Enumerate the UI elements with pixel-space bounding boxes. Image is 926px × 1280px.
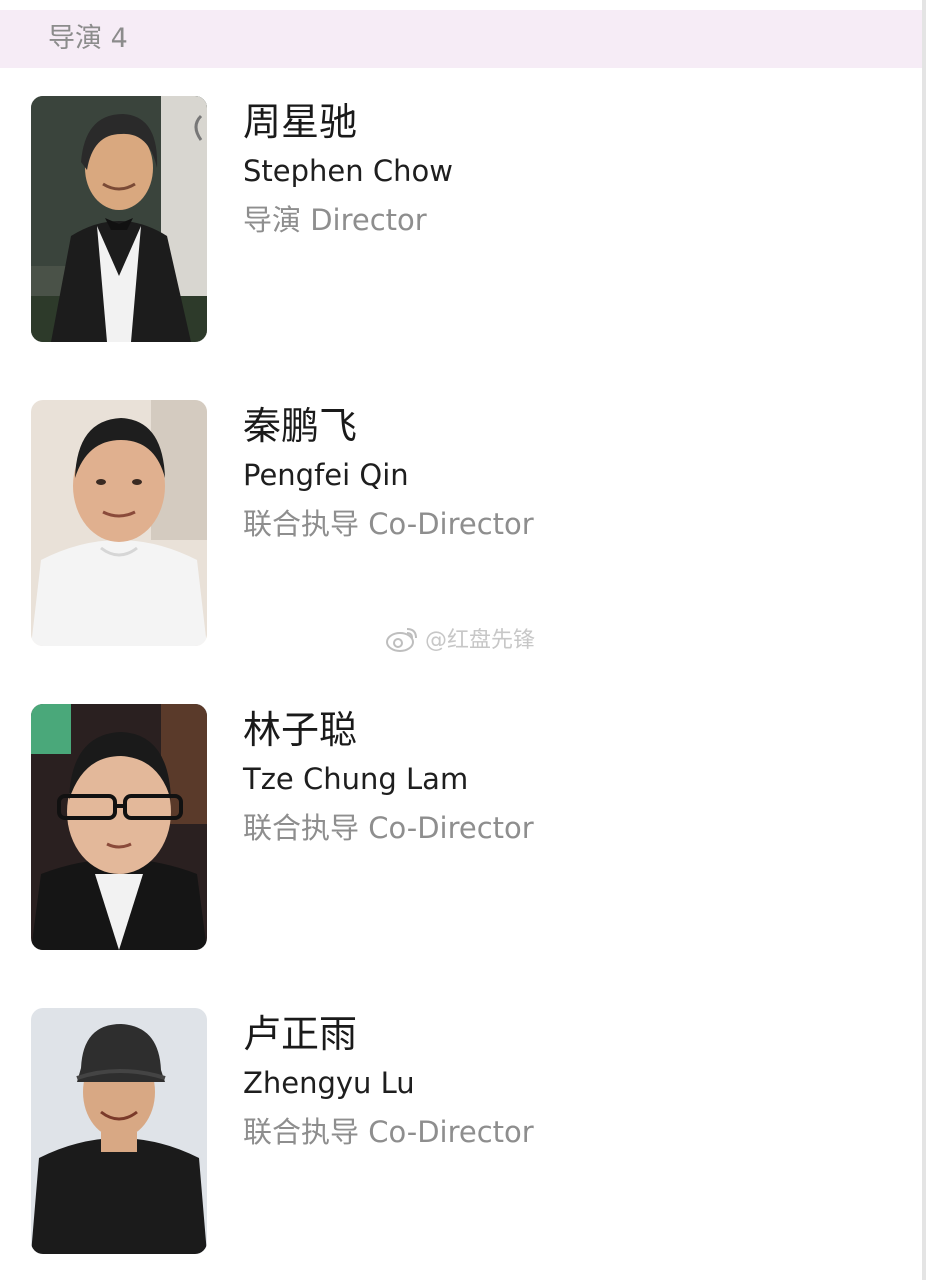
- person-name-zh: 周星驰: [243, 100, 358, 144]
- person-card[interactable]: 周星驰 Stephen Chow 导演 Director: [0, 96, 920, 346]
- portrait-photo[interactable]: [31, 704, 207, 950]
- person-card[interactable]: 林子聪 Tze Chung Lam 联合执导 Co-Director: [0, 704, 920, 954]
- person-name-zh: 卢正雨: [243, 1012, 358, 1056]
- top-strip: [0, 0, 926, 10]
- person-name-zh: 秦鹏飞: [243, 404, 358, 448]
- person-card[interactable]: 秦鹏飞 Pengfei Qin 联合执导 Co-Director: [0, 400, 920, 650]
- portrait-photo[interactable]: [31, 400, 207, 646]
- person-name-zh: 林子聪: [243, 708, 358, 752]
- person-name-en: Tze Chung Lam: [243, 762, 469, 796]
- person-role: 联合执导 Co-Director: [243, 507, 534, 541]
- person-role: 联合执导 Co-Director: [243, 1115, 534, 1149]
- person-name-en: Stephen Chow: [243, 154, 453, 188]
- section-title: 导演 4: [48, 23, 128, 54]
- person-name-en: Pengfei Qin: [243, 458, 409, 492]
- portrait-photo[interactable]: [31, 96, 207, 342]
- right-edge-divider: [922, 0, 926, 1280]
- weibo-icon: [385, 625, 419, 657]
- person-name-en: Zhengyu Lu: [243, 1066, 415, 1100]
- watermark-text: @红盘先锋: [425, 628, 536, 653]
- person-role: 联合执导 Co-Director: [243, 811, 534, 845]
- person-role: 导演 Director: [243, 203, 427, 237]
- watermark: @红盘先锋: [385, 624, 535, 658]
- section-header: 导演 4: [0, 10, 922, 68]
- portrait-photo[interactable]: [31, 1008, 207, 1254]
- person-card[interactable]: 卢正雨 Zhengyu Lu 联合执导 Co-Director: [0, 1008, 920, 1258]
